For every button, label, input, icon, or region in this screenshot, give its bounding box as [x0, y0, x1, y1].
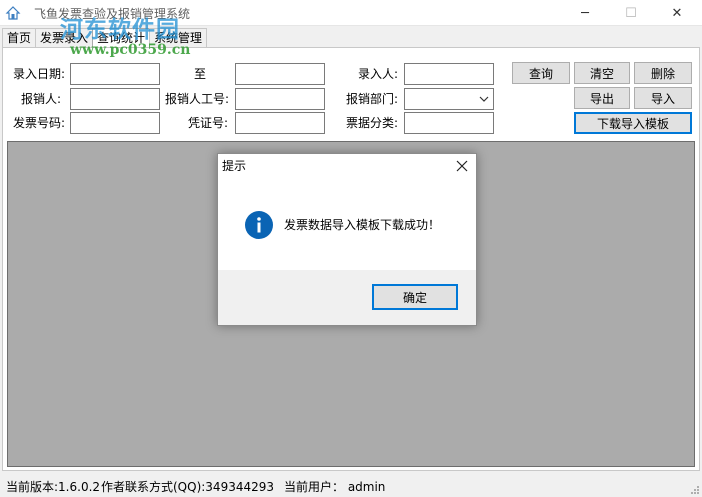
entered-by-label: 录入人:	[358, 67, 399, 81]
claimant-label: 报销人:	[21, 92, 62, 106]
tab-strip: 首页 发票录入 查询统计 系统管理	[2, 28, 208, 49]
minimize-button[interactable]: ─	[562, 0, 608, 26]
tab-system-admin[interactable]: 系统管理	[149, 28, 208, 48]
resize-grip-icon[interactable]	[690, 485, 700, 495]
window-title: 飞鱼发票查验及报销管理系统	[34, 7, 191, 21]
title-bar: 飞鱼发票查验及报销管理系统 ─ ☐ ✕	[0, 0, 702, 26]
status-user: 当前用户： admin	[284, 480, 386, 494]
dialog-close-button[interactable]	[452, 156, 472, 176]
status-version: 当前版本:1.6.0.2	[6, 480, 101, 494]
info-icon	[245, 211, 273, 239]
tab-home[interactable]: 首页	[2, 28, 37, 48]
voucher-no-input[interactable]	[235, 112, 325, 134]
claimant-id-input[interactable]	[235, 88, 325, 110]
voucher-no-label: 凭证号:	[188, 116, 229, 130]
clear-button[interactable]: 清空	[574, 62, 630, 84]
entry-date-label: 录入日期:	[13, 67, 66, 81]
dialog-footer: 确定	[218, 270, 476, 325]
status-contact: 作者联系方式(QQ):349344293	[101, 480, 275, 494]
to-label: 至	[194, 67, 207, 81]
dialog-message: 发票数据导入模板下载成功！	[284, 218, 441, 232]
dialog-title: 提示	[222, 159, 247, 173]
download-template-button[interactable]: 下载导入模板	[574, 112, 692, 134]
export-button[interactable]: 导出	[574, 87, 630, 109]
delete-button[interactable]: 删除	[634, 62, 692, 84]
department-select[interactable]	[404, 88, 494, 110]
tab-query-stats[interactable]: 查询统计	[92, 28, 151, 49]
claimant-id-label: 报销人工号:	[165, 92, 230, 106]
entry-date-from-input[interactable]	[70, 63, 160, 85]
entry-date-to-input[interactable]	[235, 63, 325, 85]
doc-category-label: 票据分类:	[346, 116, 399, 130]
claimant-input[interactable]	[70, 88, 160, 110]
entered-by-input[interactable]	[404, 63, 494, 85]
query-button[interactable]: 查询	[512, 62, 570, 84]
chevron-down-icon	[479, 96, 489, 102]
tab-invoice-entry[interactable]: 发票录入	[35, 28, 94, 48]
close-icon	[456, 160, 468, 172]
app-house-icon	[5, 6, 21, 20]
invoice-no-label: 发票号码:	[13, 116, 66, 130]
doc-category-input[interactable]	[404, 112, 494, 134]
status-bar: 当前版本:1.6.0.2 作者联系方式(QQ):349344293 当前用户： …	[0, 474, 702, 497]
import-button[interactable]: 导入	[634, 87, 692, 109]
department-label: 报销部门:	[346, 92, 399, 106]
message-dialog: 提示 发票数据导入模板下载成功！ 确定	[217, 153, 477, 326]
invoice-no-input[interactable]	[70, 112, 160, 134]
ok-button[interactable]: 确定	[372, 284, 458, 310]
close-button[interactable]: ✕	[654, 0, 700, 26]
maximize-button[interactable]: ☐	[608, 0, 654, 26]
